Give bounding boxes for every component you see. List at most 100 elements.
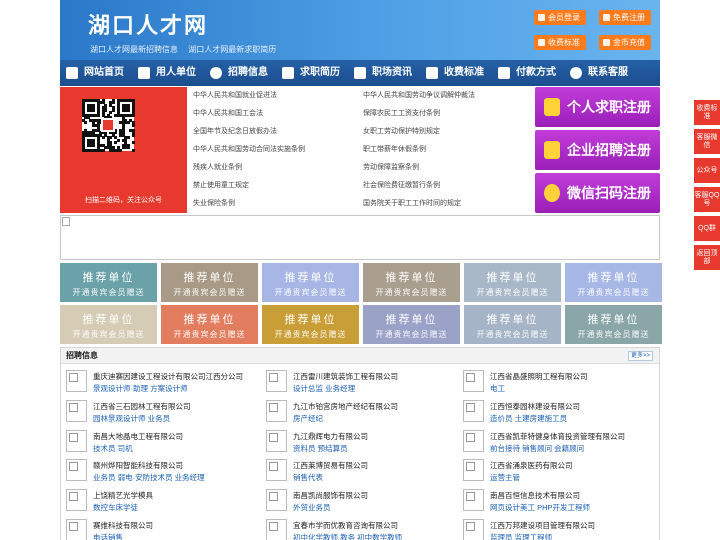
job-positions[interactable]: 电话销售 xyxy=(93,532,123,540)
law-link[interactable]: 职工带薪年休假条例 xyxy=(363,141,533,159)
nav-item-payment[interactable]: 付款方式 xyxy=(498,60,556,86)
company-name[interactable]: 赣州烨阳智能科技有限公司 xyxy=(93,460,183,471)
law-link[interactable]: 禁止使用童工规定 xyxy=(193,177,363,195)
personal-register-button[interactable]: 个人求职注册 xyxy=(535,87,660,127)
company-name[interactable]: 江西莱博贸易有限公司 xyxy=(293,460,368,471)
company-name[interactable]: 南昌凯尚服饰有限公司 xyxy=(293,490,368,501)
nav-item-news[interactable]: 职场资讯 xyxy=(354,60,412,86)
company-logo-placeholder[interactable] xyxy=(266,459,287,482)
nav-item-employers[interactable]: 用人单位 xyxy=(138,60,196,86)
nav-item-resumes[interactable]: 求职简历 xyxy=(282,60,340,86)
job-positions[interactable]: 外贸业务员 xyxy=(293,502,331,513)
job-positions[interactable]: 数控车床学徒 xyxy=(93,502,138,513)
side-pricing-button[interactable]: 收费标准 xyxy=(694,100,720,125)
company-logo-placeholder[interactable] xyxy=(463,489,484,512)
free-register-button[interactable]: 免费注册 xyxy=(599,10,651,25)
law-link[interactable]: 中华人民共和国就业促进法 xyxy=(193,87,363,105)
company-logo-placeholder[interactable] xyxy=(463,429,484,452)
side-qq-service-button[interactable]: 客服QQ号 xyxy=(694,187,720,212)
company-name[interactable]: 南昌百恒信息技术有限公司 xyxy=(490,490,580,501)
job-positions[interactable]: 初中化学教师 教务 初中数学教师 xyxy=(293,532,402,540)
recommended-slot[interactable]: 推荐单位 开通贵宾会员赠送 xyxy=(262,305,359,344)
recommended-slot[interactable]: 推荐单位 开通贵宾会员赠送 xyxy=(464,263,561,302)
nav-item-jobs[interactable]: 招聘信息 xyxy=(210,60,268,86)
recommended-slot[interactable]: 推荐单位 开通贵宾会员赠送 xyxy=(60,305,157,344)
law-link[interactable]: 全国年节及纪念日放假办法 xyxy=(193,123,363,141)
company-name[interactable]: 江西雷川建筑装饰工程有限公司 xyxy=(293,371,398,382)
side-official-account-button[interactable]: 公众号 xyxy=(694,158,720,183)
company-name[interactable]: 上饶精艺光学模具 xyxy=(93,490,153,501)
law-link[interactable]: 国务院关于职工工作时间的规定 xyxy=(363,195,533,213)
company-name[interactable]: 江西万邦建设项目管理有限公司 xyxy=(490,520,595,531)
job-positions[interactable]: 园林景观设计师 业务员 xyxy=(93,413,170,424)
job-positions[interactable]: 网页设计美工 PHP开发工程师 xyxy=(490,502,590,513)
law-link[interactable]: 女职工劳动保护特别规定 xyxy=(363,123,533,141)
nav-item-home[interactable]: 网站首页 xyxy=(66,60,124,86)
company-logo-placeholder[interactable] xyxy=(266,489,287,512)
recommended-slot[interactable]: 推荐单位 开通贵宾会员赠送 xyxy=(565,263,662,302)
job-positions[interactable]: 技术员 司机 xyxy=(93,443,133,454)
law-link[interactable]: 失业保险条例 xyxy=(193,195,363,213)
company-logo-placeholder[interactable] xyxy=(66,519,87,540)
law-link[interactable]: 劳动保障监察条例 xyxy=(363,159,533,177)
company-logo-placeholder[interactable] xyxy=(266,399,287,422)
company-logo-placeholder[interactable] xyxy=(266,370,287,392)
company-logo-placeholder[interactable] xyxy=(463,519,484,540)
side-qq-group-button[interactable]: QQ群 xyxy=(694,216,720,241)
job-positions[interactable]: 电工 xyxy=(490,383,505,394)
company-logo-placeholder[interactable] xyxy=(266,519,287,540)
law-link[interactable]: 残疾人就业条例 xyxy=(193,159,363,177)
banner-ad[interactable] xyxy=(60,215,660,260)
company-logo-placeholder[interactable] xyxy=(463,399,484,422)
law-link[interactable]: 中华人民共和国工会法 xyxy=(193,105,363,123)
recommended-slot[interactable]: 推荐单位 开通贵宾会员赠送 xyxy=(262,263,359,302)
recommended-slot[interactable]: 推荐单位 开通贵宾会员赠送 xyxy=(565,305,662,344)
recommended-slot[interactable]: 推荐单位 开通贵宾会员赠送 xyxy=(464,305,561,344)
company-logo-placeholder[interactable] xyxy=(463,370,484,392)
law-link[interactable]: 中华人民共和国劳动争议调解仲裁法 xyxy=(363,87,533,105)
nav-item-contact[interactable]: 联系客服 xyxy=(570,60,628,86)
law-link[interactable]: 保障农民工工资支付条例 xyxy=(363,105,533,123)
job-positions[interactable]: 业务员 弱电·安防技术员 业务经理 xyxy=(93,472,205,483)
job-positions[interactable]: 设计总监 业务经理 xyxy=(293,383,355,394)
nav-item-pricing[interactable]: 收费标准 xyxy=(426,60,484,86)
recommended-slot[interactable]: 推荐单位 开通贵宾会员赠送 xyxy=(363,263,460,302)
company-name[interactable]: 九江市铂宫房地产经纪有限公司 xyxy=(293,401,398,412)
company-name[interactable]: 江西省晶盛照明工程有限公司 xyxy=(490,371,588,382)
pricing-button[interactable]: 收费标准 xyxy=(534,35,586,50)
job-positions[interactable]: 监理员 监理工程师 xyxy=(490,532,552,540)
company-logo-placeholder[interactable] xyxy=(66,459,87,482)
company-name[interactable]: 九江鼎辉电力有限公司 xyxy=(293,431,368,442)
recommended-slot[interactable]: 推荐单位 开通贵宾会员赠送 xyxy=(363,305,460,344)
job-positions[interactable]: 景观设计师·助理 方案设计师 xyxy=(93,383,188,394)
job-positions[interactable]: 资料员 预结算员 xyxy=(293,443,348,454)
company-name[interactable]: 江西省涌泉医药有限公司 xyxy=(490,460,573,471)
company-name[interactable]: 江西省凯菲特健身体育投资管理有限公司 xyxy=(490,431,625,442)
company-logo-placeholder[interactable] xyxy=(266,429,287,452)
wechat-register-button[interactable]: 微信扫码注册 xyxy=(535,173,660,213)
company-logo-placeholder[interactable] xyxy=(66,370,87,392)
job-positions[interactable]: 运营主管 xyxy=(490,472,520,483)
job-positions[interactable]: 销售代表 xyxy=(293,472,323,483)
company-logo-placeholder[interactable] xyxy=(463,459,484,482)
company-name[interactable]: 赛维科技有限公司 xyxy=(93,520,153,531)
job-positions[interactable]: 房产经纪 xyxy=(293,413,323,424)
company-name[interactable]: 南昌大地晶电工程有限公司 xyxy=(93,431,183,442)
company-register-button[interactable]: 企业招聘注册 xyxy=(535,130,660,170)
back-to-top-button[interactable]: 返回顶部 xyxy=(694,245,720,270)
slogan-latest-resumes[interactable]: 湖口人才网最新求职简历 xyxy=(188,45,276,54)
recommended-slot[interactable]: 推荐单位 开通贵宾会员赠送 xyxy=(161,305,258,344)
company-logo-placeholder[interactable] xyxy=(66,429,87,452)
more-link[interactable]: 更多>> xyxy=(627,351,653,361)
side-wechat-service-button[interactable]: 客服微信 xyxy=(694,129,720,154)
company-name[interactable]: 江西恒泰园林建设有限公司 xyxy=(490,401,580,412)
company-name[interactable]: 重庆迪赛因建设工程设计有限公司江西分公司 xyxy=(93,371,243,382)
member-login-button[interactable]: 会员登录 xyxy=(534,10,586,25)
site-logo[interactable]: 湖口人才网 xyxy=(88,8,208,40)
law-link[interactable]: 中华人民共和国劳动合同法实施条例 xyxy=(193,141,363,159)
company-name[interactable]: 江西省三石园林工程有限公司 xyxy=(93,401,191,412)
job-positions[interactable]: 前台接待 销售顾问 会籍顾问 xyxy=(490,443,584,454)
company-name[interactable]: 宜春市学而优教育咨询有限公司 xyxy=(293,520,398,531)
coin-recharge-button[interactable]: 金币充值 xyxy=(599,35,651,50)
recommended-slot[interactable]: 推荐单位 开通贵宾会员赠送 xyxy=(60,263,157,302)
